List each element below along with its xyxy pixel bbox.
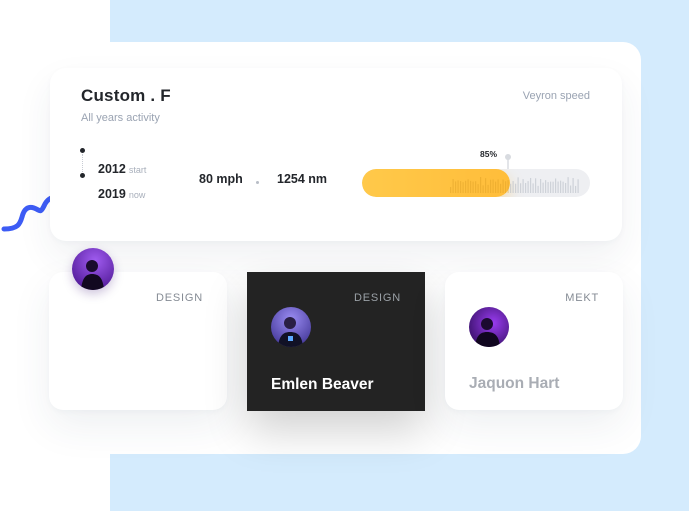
year-value: 2012 [98, 162, 126, 176]
avatar[interactable] [72, 248, 114, 290]
profile-card-1[interactable]: DESIGN [49, 272, 227, 410]
profile-card-3[interactable]: MEKT Jaquon Hart [445, 272, 623, 410]
card-name: Emlen Beaver [271, 376, 374, 393]
timeline-year-start: 2012 start [98, 162, 146, 176]
card-subtitle: All years activity [81, 112, 160, 124]
speed-progress-bar[interactable]: 85% [362, 149, 590, 197]
avatar[interactable] [271, 307, 311, 347]
card-tag: DESIGN [156, 292, 203, 304]
card-tag: MEKT [565, 292, 599, 304]
activity-card: Custom . F All years activity Veyron spe… [50, 68, 622, 241]
card-name: Jaquon Hart [469, 375, 560, 392]
veyron-speed-label: Veyron speed [522, 90, 590, 102]
progress-waveform [450, 177, 579, 193]
distance-stat: 1254 nm [277, 172, 328, 186]
timeline-connector [80, 148, 88, 178]
year-value: 2019 [98, 187, 126, 201]
progress-track [362, 169, 590, 197]
stat-separator [256, 181, 259, 184]
card-tag: DESIGN [354, 292, 401, 304]
timeline-dot-start [80, 148, 85, 153]
progress-pin-handle[interactable] [505, 154, 511, 160]
year-note: start [128, 165, 147, 175]
year-note: now [128, 190, 146, 200]
progress-percent-label: 85% [480, 149, 498, 159]
speed-stat: 80 mph [199, 172, 243, 186]
timeline-year-now: 2019 now [98, 187, 145, 201]
timeline-dot-now [80, 173, 85, 178]
timeline-line [82, 154, 83, 172]
avatar[interactable] [469, 307, 509, 347]
card-title: Custom . F [81, 86, 171, 105]
profile-card-2[interactable]: DESIGN Emlen Beaver [247, 272, 425, 411]
